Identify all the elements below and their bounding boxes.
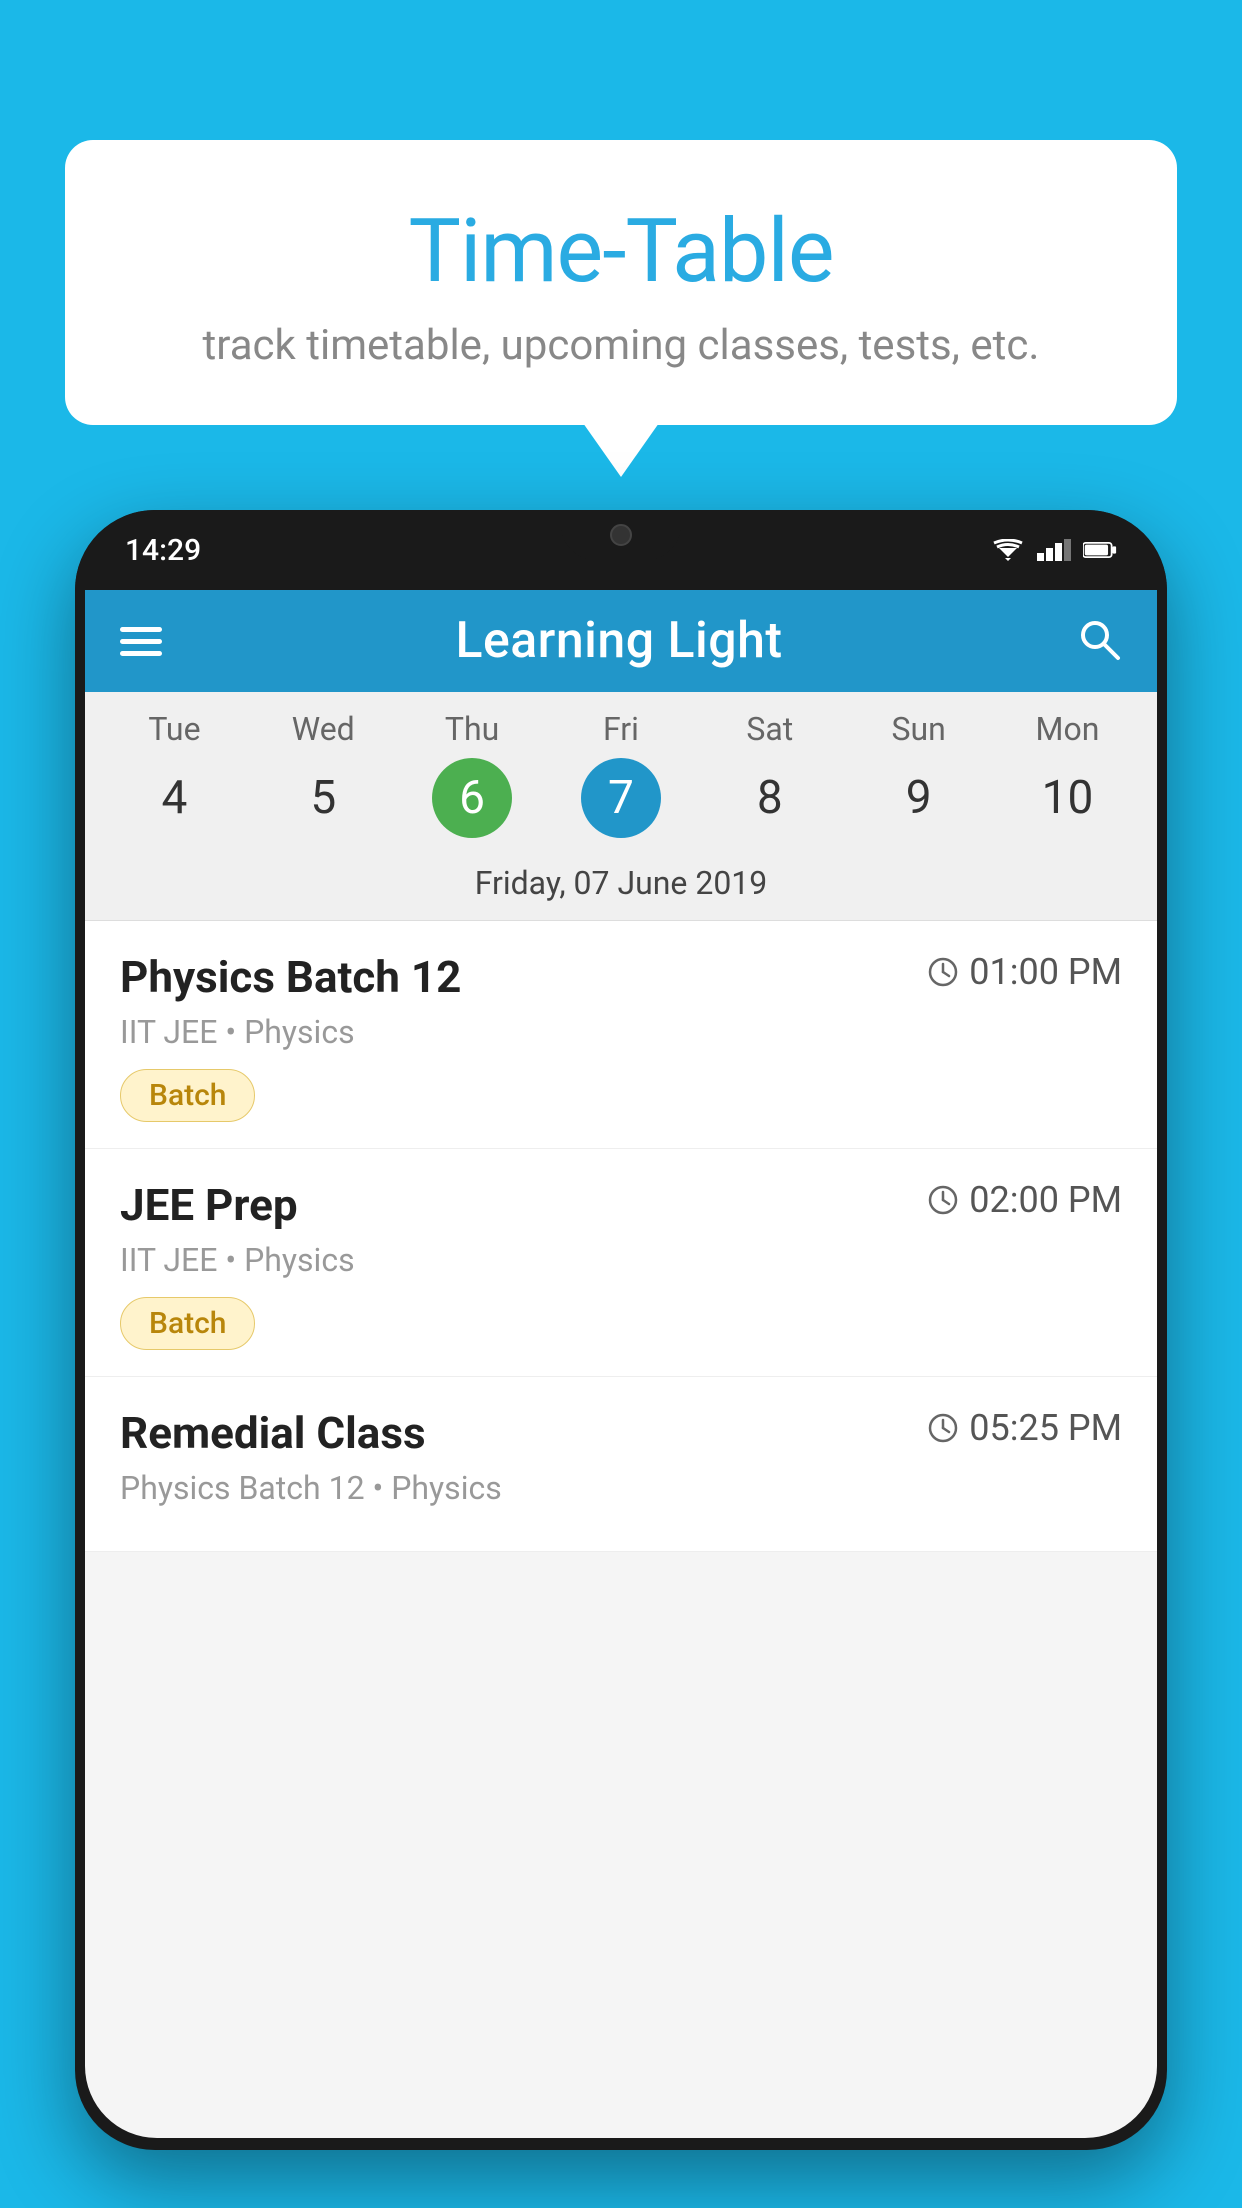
schedule-item[interactable]: JEE Prep 02:00 PM IIT JEE • Physics Batch — [85, 1149, 1157, 1377]
calendar-strip: Tue 4 Wed 5 Thu 6 Fri 7 Sat 8 Sun 9 Mon 10 Friday, 07… — [85, 692, 1157, 920]
schedule-item-meta: Physics Batch 12 • Physics — [120, 1469, 1122, 1507]
schedule-item[interactable]: Remedial Class 05:25 PM Physics Batch 12 •… — [85, 1377, 1157, 1552]
signal-icon — [1037, 539, 1071, 561]
bubble-subtitle: track timetable, upcoming classes, tests… — [115, 321, 1127, 370]
schedule-list: Physics Batch 12 01:00 PM IIT JEE • Physic… — [85, 921, 1157, 1552]
selected-date-label: Friday, 07 June 2019 — [85, 850, 1157, 920]
bubble-title: Time-Table — [115, 200, 1127, 303]
status-bar: 14:29 — [75, 510, 1167, 590]
day-number[interactable]: 6 — [432, 758, 512, 838]
day-number[interactable]: 10 — [1027, 758, 1107, 838]
speech-bubble-container: Time-Table track timetable, upcoming cla… — [65, 140, 1177, 425]
day-col-thu[interactable]: Thu 6 — [412, 710, 532, 838]
days-row: Tue 4 Wed 5 Thu 6 Fri 7 Sat 8 Sun 9 Mon 10 — [85, 710, 1157, 838]
day-number[interactable]: 9 — [879, 758, 959, 838]
schedule-item-time: 05:25 PM — [927, 1407, 1122, 1449]
day-col-sat[interactable]: Sat 8 — [710, 710, 830, 838]
schedule-item-time: 02:00 PM — [927, 1179, 1122, 1221]
batch-badge: Batch — [120, 1297, 255, 1350]
day-name: Thu — [445, 710, 499, 748]
clock-icon — [927, 1184, 959, 1216]
day-col-wed[interactable]: Wed 5 — [263, 710, 383, 838]
schedule-item-time: 01:00 PM — [927, 951, 1122, 993]
day-number[interactable]: 7 — [581, 758, 661, 838]
battery-icon — [1083, 539, 1117, 561]
schedule-item-meta: IIT JEE • Physics — [120, 1013, 1122, 1051]
status-time: 14:29 — [125, 533, 201, 568]
schedule-item-meta: IIT JEE • Physics — [120, 1241, 1122, 1279]
day-name: Wed — [292, 710, 355, 748]
phone-outer: 14:29 — [75, 510, 1167, 2150]
schedule-item-top: Physics Batch 12 01:00 PM — [120, 951, 1122, 1003]
schedule-item-top: JEE Prep 02:00 PM — [120, 1179, 1122, 1231]
hamburger-menu-icon[interactable] — [120, 627, 162, 656]
clock-icon — [927, 1412, 959, 1444]
day-name: Sun — [891, 710, 945, 748]
day-name: Sat — [746, 710, 793, 748]
status-icons — [991, 539, 1117, 561]
phone-screen: Learning Light Tue4Wed5Thu6Fri7Sat8Sun9M… — [85, 590, 1157, 2138]
app-header: Learning Light — [85, 590, 1157, 692]
schedule-item-title: Physics Batch 12 — [120, 951, 461, 1003]
day-name: Fri — [603, 710, 639, 748]
speech-bubble: Time-Table track timetable, upcoming cla… — [65, 140, 1177, 425]
clock-icon — [927, 956, 959, 988]
day-col-sun[interactable]: Sun 9 — [859, 710, 979, 838]
wifi-icon — [991, 539, 1025, 561]
phone-mockup: 14:29 — [75, 510, 1167, 2208]
day-number[interactable]: 8 — [730, 758, 810, 838]
batch-badge: Batch — [120, 1069, 255, 1122]
day-col-tue[interactable]: Tue 4 — [114, 710, 234, 838]
day-number[interactable]: 5 — [283, 758, 363, 838]
day-col-fri[interactable]: Fri 7 — [561, 710, 681, 838]
schedule-item-top: Remedial Class 05:25 PM — [120, 1407, 1122, 1459]
day-name: Tue — [148, 710, 200, 748]
camera-dot — [610, 524, 632, 546]
day-col-mon[interactable]: Mon 10 — [1007, 710, 1127, 838]
notch — [561, 510, 681, 560]
schedule-item[interactable]: Physics Batch 12 01:00 PM IIT JEE • Physic… — [85, 921, 1157, 1149]
schedule-item-title: Remedial Class — [120, 1407, 426, 1459]
schedule-item-title: JEE Prep — [120, 1179, 298, 1231]
app-title: Learning Light — [455, 612, 782, 670]
search-icon[interactable] — [1076, 616, 1122, 666]
day-name: Mon — [1036, 710, 1100, 748]
day-number[interactable]: 4 — [134, 758, 214, 838]
